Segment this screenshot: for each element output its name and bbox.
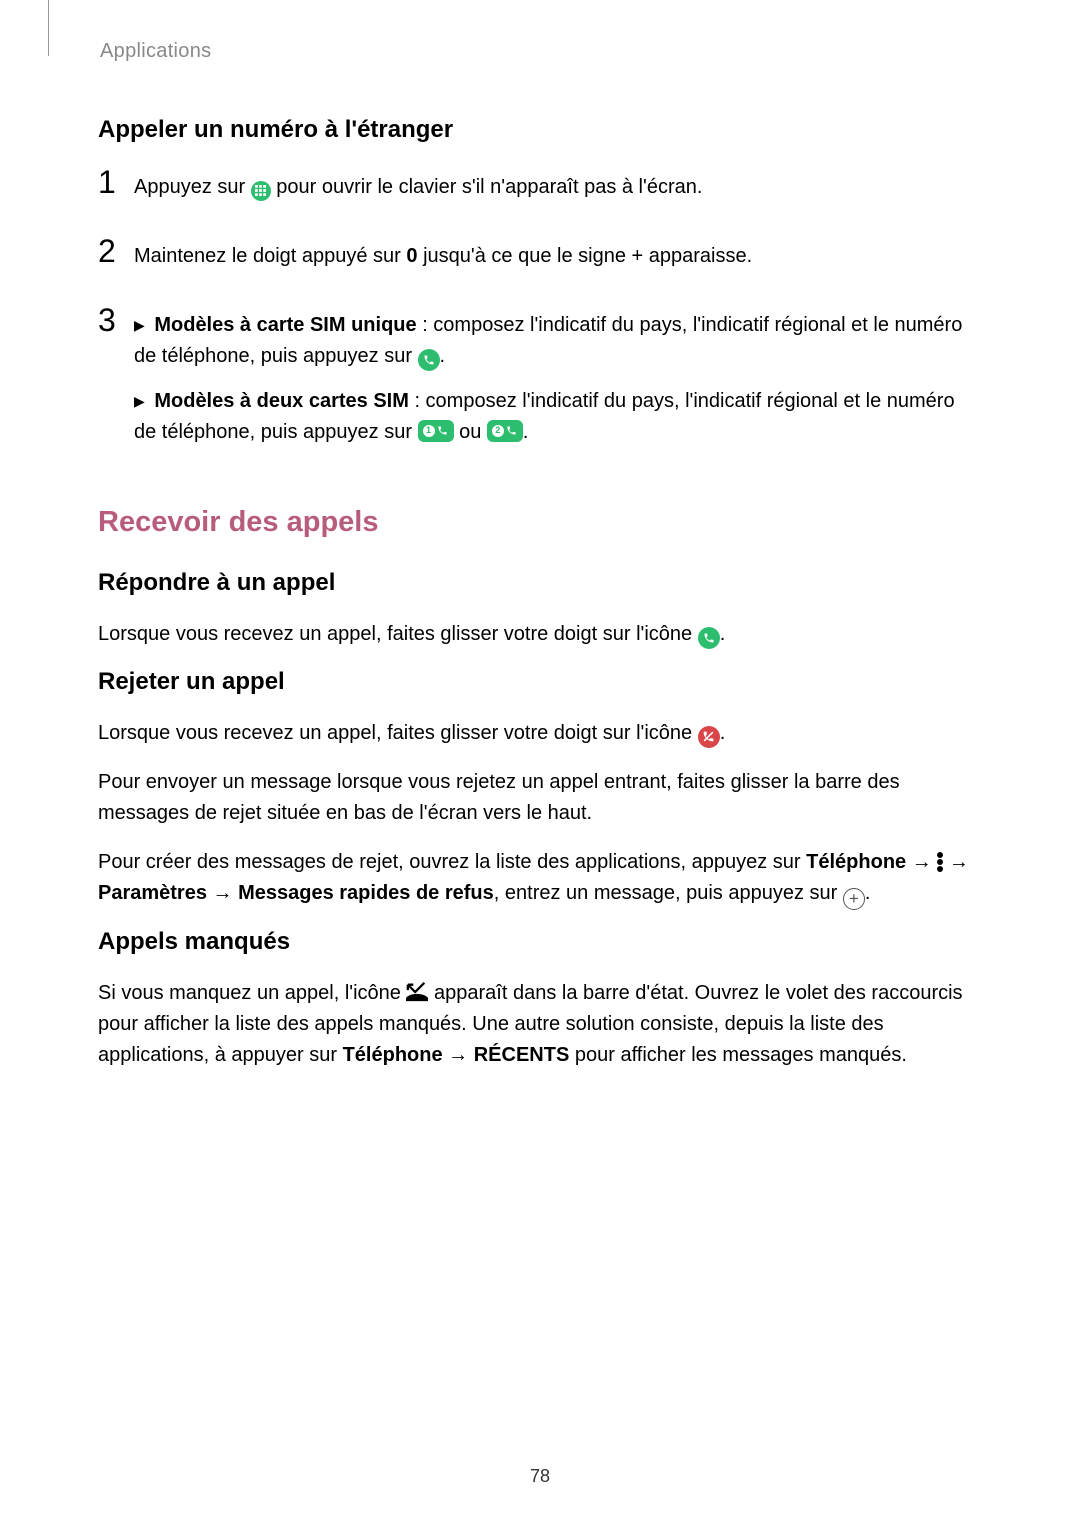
- header-divider: [48, 0, 49, 56]
- step-number: 2: [98, 235, 134, 267]
- text: pour ouvrir le clavier s'il n'apparaît p…: [276, 176, 702, 198]
- arrow: →: [207, 882, 238, 904]
- bold-text: Modèles à carte SIM unique: [154, 314, 416, 336]
- paragraph: Lorsque vous recevez un appel, faites gl…: [98, 718, 982, 749]
- page-number: 78: [0, 1466, 1080, 1487]
- arrow: →: [443, 1044, 474, 1066]
- heading-answer: Répondre à un appel: [98, 569, 982, 597]
- header-section-label: Applications: [98, 40, 982, 63]
- step-2: 2 Maintenez le doigt appuyé sur 0 jusqu'…: [98, 235, 982, 286]
- page-header: Applications: [98, 40, 982, 60]
- paragraph: Lorsque vous recevez un appel, faites gl…: [98, 619, 982, 650]
- bold-zero: 0: [406, 245, 417, 267]
- call-icon: [418, 349, 440, 371]
- step-number: 1: [98, 166, 134, 198]
- arrow: →: [906, 851, 937, 873]
- text: ou: [454, 421, 487, 443]
- step-body: Appuyez sur pour ouvrir le clavier s'il …: [134, 166, 982, 217]
- paragraph: Pour envoyer un message lorsque vous rej…: [98, 767, 982, 829]
- step-body: ▶ Modèles à carte SIM unique : composez …: [134, 304, 982, 462]
- sim1-call-icon: [418, 420, 454, 442]
- step-number: 3: [98, 304, 134, 336]
- bold-text: Modèles à deux cartes SIM: [154, 390, 409, 412]
- step-1: 1 Appuyez sur pour ouvrir le clavier s'i…: [98, 166, 982, 217]
- paragraph: Si vous manquez un appel, l'icône appara…: [98, 978, 982, 1071]
- heading-receive-calls: Recevoir des appels: [98, 506, 982, 539]
- text: Appuyez sur: [134, 176, 251, 198]
- text: jusqu'à ce que le signe + apparaisse.: [418, 245, 753, 267]
- bold-text: Téléphone: [343, 1044, 443, 1066]
- heading-call-abroad: Appeler un numéro à l'étranger: [98, 116, 982, 144]
- sim2-call-icon: [487, 420, 523, 442]
- paragraph: Pour créer des messages de rejet, ouvrez…: [98, 847, 982, 910]
- section-missed: Appels manqués Si vous manquez un appel,…: [98, 928, 982, 1071]
- bold-text: Messages rapides de refus: [238, 882, 494, 904]
- text: Pour créer des messages de rejet, ouvrez…: [98, 851, 806, 873]
- text: , entrez un message, puis appuyez sur: [494, 882, 843, 904]
- step-body: Maintenez le doigt appuyé sur 0 jusqu'à …: [134, 235, 982, 286]
- text: pour afficher les messages manqués.: [569, 1044, 907, 1066]
- bold-text: Téléphone: [806, 851, 906, 873]
- heading-reject: Rejeter un appel: [98, 668, 982, 696]
- reject-icon: [698, 726, 720, 748]
- keypad-icon: [251, 181, 271, 201]
- bold-text: Paramètres: [98, 882, 207, 904]
- text: Si vous manquez un appel, l'icône: [98, 982, 406, 1004]
- text: Lorsque vous recevez un appel, faites gl…: [98, 623, 698, 645]
- triangle-bullet-icon: ▶: [134, 393, 145, 409]
- section-answer: Répondre à un appel Lorsque vous recevez…: [98, 569, 982, 650]
- answer-icon: [698, 627, 720, 649]
- section-reject: Rejeter un appel Lorsque vous recevez un…: [98, 668, 982, 910]
- heading-missed: Appels manqués: [98, 928, 982, 956]
- triangle-bullet-icon: ▶: [134, 317, 145, 333]
- section-call-abroad: Appeler un numéro à l'étranger 1 Appuyez…: [98, 116, 982, 462]
- text: Maintenez le doigt appuyé sur: [134, 245, 406, 267]
- more-icon: [937, 852, 943, 872]
- text: Lorsque vous recevez un appel, faites gl…: [98, 722, 698, 744]
- plus-circle-icon: +: [843, 888, 865, 910]
- bold-text: RÉCENTS: [474, 1044, 570, 1066]
- step-3: 3 ▶ Modèles à carte SIM unique : compose…: [98, 304, 982, 462]
- missed-call-icon: [406, 981, 428, 1001]
- arrow: →: [943, 851, 969, 873]
